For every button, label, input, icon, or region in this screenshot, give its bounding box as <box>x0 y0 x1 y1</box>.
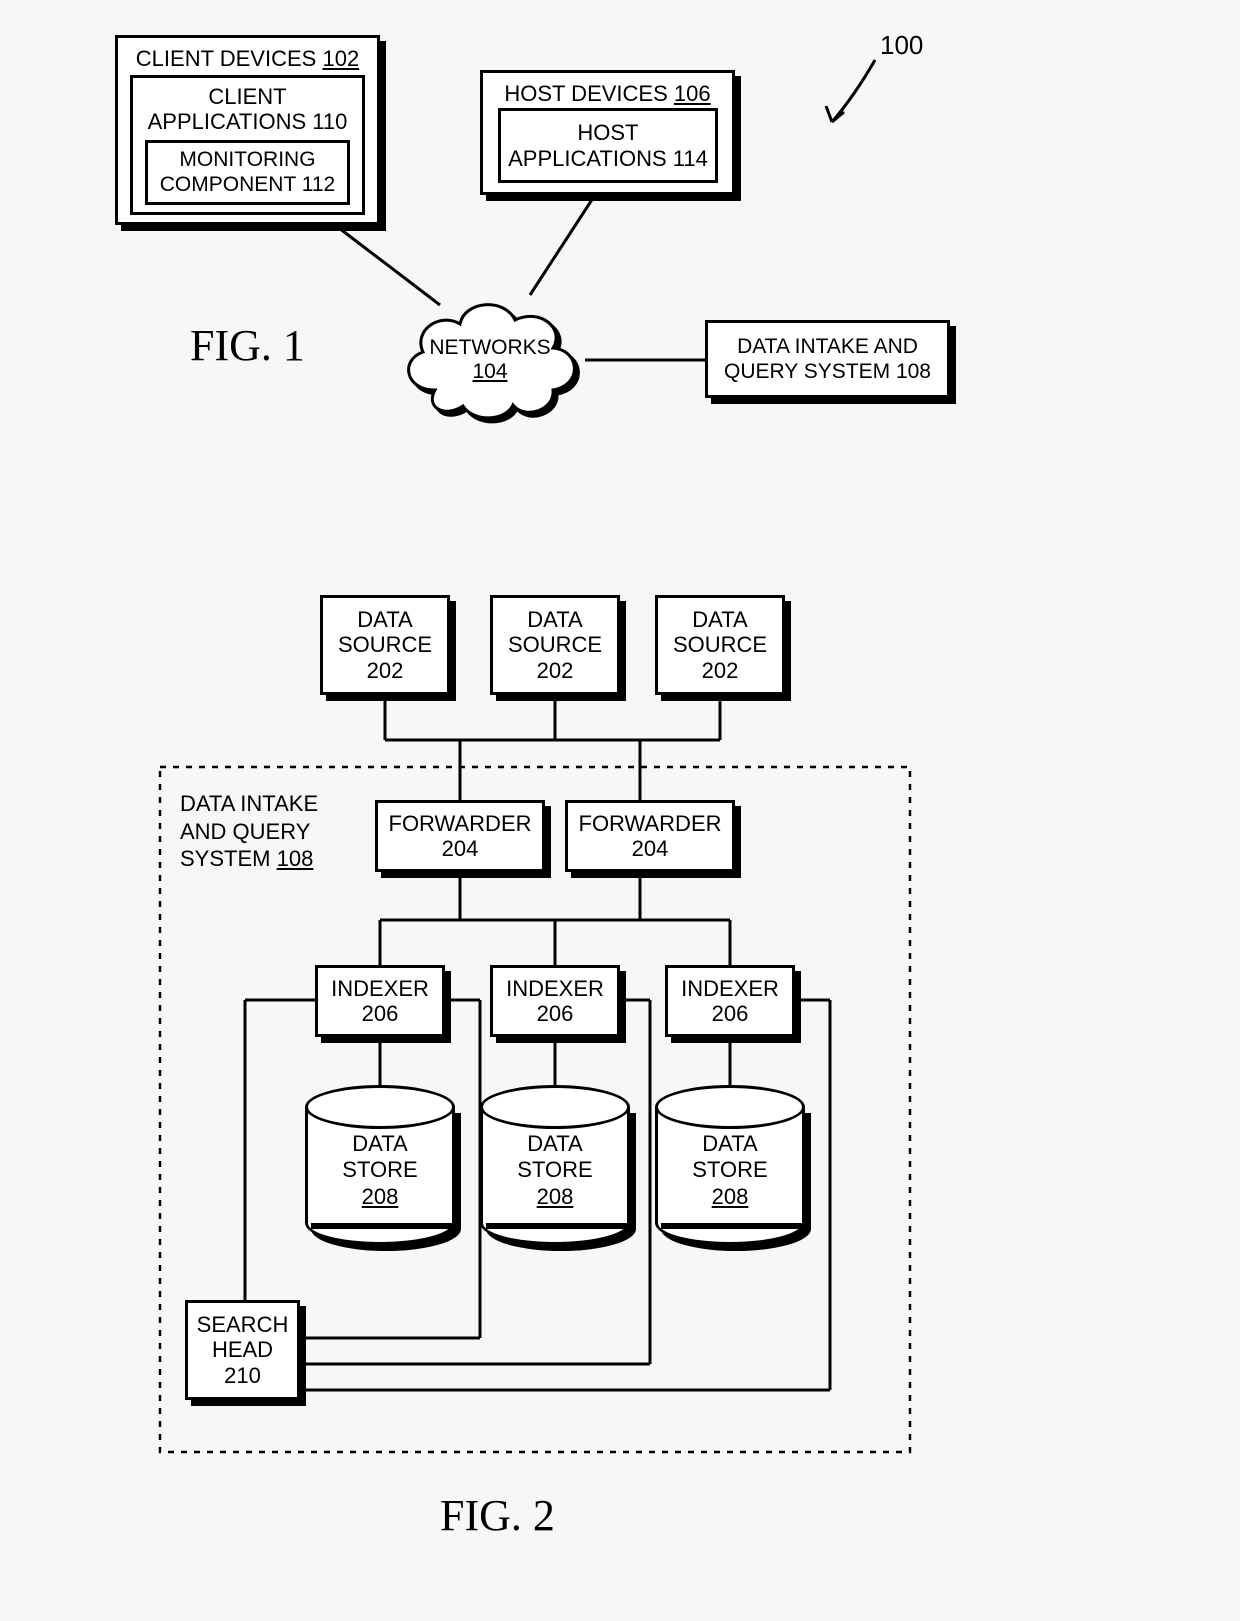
data-source-box: DATA SOURCE 202 <box>320 595 450 695</box>
monitoring-component-label: MONITORING COMPONENT 112 <box>160 148 335 196</box>
data-store-cylinder: DATA STORE 208 <box>655 1085 805 1245</box>
data-source-label: DATA SOURCE 202 <box>508 607 602 683</box>
host-applications-label: HOST APPLICATIONS 114 <box>508 120 708 171</box>
search-head-label: SEARCH HEAD 210 <box>197 1312 289 1388</box>
data-intake-query-system-box: DATA INTAKE AND QUERY SYSTEM 108 <box>705 320 950 398</box>
forwarder-box: FORWARDER 204 <box>375 800 545 872</box>
data-source-box: DATA SOURCE 202 <box>655 595 785 695</box>
data-store-label: DATA STORE 208 <box>655 1131 805 1210</box>
indexer-box: INDEXER 206 <box>665 965 795 1037</box>
data-store-label: DATA STORE 208 <box>305 1131 455 1210</box>
indexer-box: INDEXER 206 <box>315 965 445 1037</box>
indexer-label: INDEXER 206 <box>331 976 429 1027</box>
networks-cloud: NETWORKS 104 <box>395 290 585 430</box>
fig1-caption: FIG. 1 <box>190 320 305 371</box>
diagram-canvas: CLIENT DEVICES 102 CLIENT APPLICATIONS 1… <box>0 0 1240 1621</box>
forwarder-label: FORWARDER 204 <box>579 811 722 862</box>
data-intake-query-system-label: DATA INTAKE AND QUERY SYSTEM 108 <box>724 334 931 384</box>
fig1-ref-number: 100 <box>880 30 923 61</box>
client-applications-label: CLIENT APPLICATIONS 110 <box>148 84 348 135</box>
data-store-cylinder: DATA STORE 208 <box>305 1085 455 1245</box>
data-store-label: DATA STORE 208 <box>480 1131 630 1210</box>
host-devices-label: HOST DEVICES 106 <box>504 81 710 107</box>
search-head-box: SEARCH HEAD 210 <box>185 1300 300 1400</box>
data-source-box: DATA SOURCE 202 <box>490 595 620 695</box>
forwarder-label: FORWARDER 204 <box>389 811 532 862</box>
host-applications-box: HOST APPLICATIONS 114 <box>498 108 718 183</box>
monitoring-component-box: MONITORING COMPONENT 112 <box>145 140 350 205</box>
indexer-label: INDEXER 206 <box>506 976 604 1027</box>
data-source-label: DATA SOURCE 202 <box>338 607 432 683</box>
data-store-cylinder: DATA STORE 208 <box>480 1085 630 1245</box>
forwarder-box: FORWARDER 204 <box>565 800 735 872</box>
indexer-box: INDEXER 206 <box>490 965 620 1037</box>
fig2-caption: FIG. 2 <box>440 1490 555 1541</box>
networks-cloud-label: NETWORKS 104 <box>395 290 585 430</box>
indexer-label: INDEXER 206 <box>681 976 779 1027</box>
system-label: DATA INTAKE AND QUERY SYSTEM 108 <box>180 790 318 873</box>
client-devices-label: CLIENT DEVICES 102 <box>136 46 359 72</box>
data-source-label: DATA SOURCE 202 <box>673 607 767 683</box>
